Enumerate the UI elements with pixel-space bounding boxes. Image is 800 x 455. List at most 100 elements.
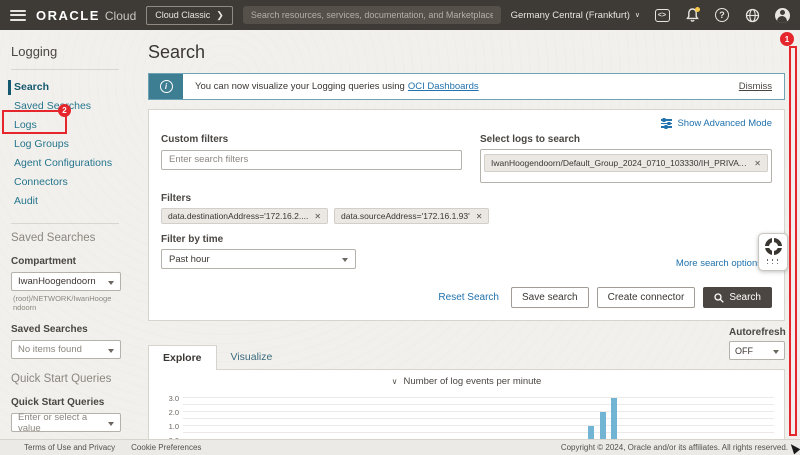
topbar-right: Germany Central (Frankfurt) ∨ <> ? — [511, 7, 790, 23]
footer: Terms of Use and Privacy Cookie Preferen… — [0, 439, 800, 455]
sidebar-item-agent-configurations[interactable]: Agent Configurations — [0, 154, 130, 173]
tab-explore[interactable]: Explore — [148, 345, 217, 370]
oracle-cloud-logo[interactable]: ORACLE Cloud — [36, 8, 136, 23]
search-filter-panel: Show Advanced Mode Custom filters Select… — [148, 109, 785, 321]
help-icon[interactable]: ? — [714, 7, 730, 23]
sidebar-title: Logging — [11, 44, 58, 59]
page-title: Search — [148, 42, 206, 62]
sidebar-item-search[interactable]: Search — [0, 78, 130, 97]
select-logs-box[interactable]: IwanHoogendoorn/Default_Group_2024_0710_… — [480, 149, 772, 183]
y-tick-label: 2.0 — [168, 407, 179, 417]
annotation-step-2: 2 — [58, 104, 71, 117]
create-connector-button[interactable]: Create connector — [596, 287, 696, 308]
log-events-chart: 0.01.02.03.0 — [159, 393, 774, 439]
annotation-rect-right — [789, 46, 797, 436]
chart-bar — [611, 397, 618, 439]
grid-line — [183, 396, 774, 398]
info-icon: i — [149, 74, 183, 99]
language-globe-icon[interactable] — [744, 7, 760, 23]
grid-line — [183, 417, 774, 419]
global-search-input[interactable] — [242, 6, 501, 24]
oracle-cloud-console: ORACLE Cloud Cloud Classic ❯ Germany Cen… — [0, 0, 800, 455]
chart-bar — [587, 425, 594, 439]
select-stepper-icon — [342, 256, 348, 262]
grid-line — [183, 403, 774, 405]
filter-chips: data.destinationAddress='172.16.2.... ✕ … — [161, 208, 772, 224]
life-buoy-icon — [763, 237, 783, 256]
chart-bar — [599, 411, 606, 439]
grid-line — [183, 410, 774, 412]
notification-dot — [695, 7, 700, 12]
chevron-right-icon: ❯ — [216, 9, 224, 20]
magnifier-icon — [714, 292, 725, 303]
chevron-down-icon: ∨ — [391, 377, 398, 386]
region-selector[interactable]: Germany Central (Frankfurt) ∨ — [511, 10, 640, 21]
autorefresh-select[interactable]: OFF — [729, 341, 785, 360]
filter-by-time-label: Filter by time — [161, 234, 224, 245]
explore-panel: ∨ Number of log events per minute 0.01.0… — [148, 369, 785, 439]
select-stepper-icon — [108, 279, 114, 285]
tab-bar: Explore Visualize — [148, 345, 287, 370]
hamburger-menu-icon[interactable] — [10, 9, 26, 21]
show-advanced-mode-link[interactable]: Show Advanced Mode — [661, 118, 772, 129]
filter-chip-destination[interactable]: data.destinationAddress='172.16.2.... ✕ — [161, 208, 329, 224]
filter-by-time-select[interactable]: Past hour — [161, 249, 356, 269]
chevron-down-icon: ∨ — [634, 12, 640, 19]
dismiss-link[interactable]: Dismiss — [739, 81, 772, 92]
sidebar-item-audit[interactable]: Audit — [0, 192, 130, 211]
compartment-label: Compartment — [11, 256, 77, 267]
annotation-step-1: 1 — [780, 32, 794, 46]
close-icon[interactable]: ✕ — [476, 212, 483, 221]
assistant-widget[interactable] — [758, 233, 788, 271]
cloud-shell-icon[interactable]: <> — [654, 7, 670, 23]
grid-line — [183, 431, 774, 433]
compartment-path: (root)/NETWORK/IwanHoogendoorn — [13, 294, 112, 312]
brand-cloud: Cloud — [104, 8, 137, 23]
sidebar-nav: Search Saved Searches Logs Log Groups Ag… — [0, 78, 130, 211]
custom-filters-input[interactable] — [161, 149, 462, 170]
autorefresh-label: Autorefresh — [729, 327, 786, 338]
copyright-text: Copyright © 2024, Oracle and/or its affi… — [560, 443, 788, 452]
top-navigation-bar: ORACLE Cloud Cloud Classic ❯ Germany Cen… — [0, 0, 800, 30]
quick-start-select[interactable]: Enter or select a value — [11, 412, 121, 434]
select-stepper-icon — [108, 347, 114, 353]
divider — [11, 223, 119, 224]
cloud-classic-button[interactable]: Cloud Classic ❯ — [146, 5, 233, 25]
sidebar-item-log-groups[interactable]: Log Groups — [0, 135, 130, 154]
saved-searches-select[interactable]: No items found — [11, 340, 121, 359]
cookie-preferences-link[interactable]: Cookie Preferences — [131, 443, 201, 452]
chart-plot — [183, 393, 774, 439]
profile-avatar[interactable] — [774, 7, 790, 23]
close-icon[interactable]: ✕ — [754, 159, 761, 168]
select-logs-label: Select logs to search — [480, 134, 581, 145]
divider — [11, 69, 119, 70]
saved-searches-label: Saved Searches — [11, 324, 88, 335]
notifications-bell-icon[interactable] — [684, 7, 700, 23]
reset-search-link[interactable]: Reset Search — [438, 292, 499, 303]
sidebar-item-connectors[interactable]: Connectors — [0, 173, 130, 192]
chart-title-toggle[interactable]: ∨ Number of log events per minute — [159, 376, 774, 387]
saved-searches-section-title: Saved Searches — [11, 232, 96, 244]
y-tick-label: 3.0 — [168, 393, 179, 403]
compartment-select[interactable]: IwanHoogendoorn — [11, 272, 121, 291]
log-selection-chip[interactable]: IwanHoogendoorn/Default_Group_2024_0710_… — [484, 154, 768, 172]
tab-visualize[interactable]: Visualize — [217, 345, 287, 369]
sliders-icon — [661, 118, 673, 128]
save-search-button[interactable]: Save search — [511, 287, 589, 308]
annotation-rect-logs — [2, 110, 67, 134]
close-icon[interactable]: ✕ — [314, 212, 321, 221]
grid-line — [183, 424, 774, 426]
oci-dashboards-link[interactable]: OCI Dashboards — [408, 81, 479, 92]
quick-start-section-title: Quick Start Queries — [11, 373, 112, 385]
drag-handle-icon[interactable] — [766, 259, 780, 264]
info-banner: i You can now visualize your Logging que… — [148, 73, 785, 100]
sidebar: Logging Search Saved Searches Logs Log G… — [0, 30, 130, 439]
custom-filters-label: Custom filters — [161, 134, 229, 145]
quick-start-label: Quick Start Queries — [11, 397, 105, 408]
chart-title: Number of log events per minute — [403, 376, 542, 387]
terms-link[interactable]: Terms of Use and Privacy — [24, 443, 115, 452]
filter-chip-source[interactable]: data.sourceAddress='172.16.1.93' ✕ — [334, 208, 490, 224]
search-button[interactable]: Search — [703, 287, 772, 308]
main-content: Search i You can now visualize your Logg… — [130, 30, 800, 439]
y-tick-label: 1.0 — [168, 421, 179, 431]
